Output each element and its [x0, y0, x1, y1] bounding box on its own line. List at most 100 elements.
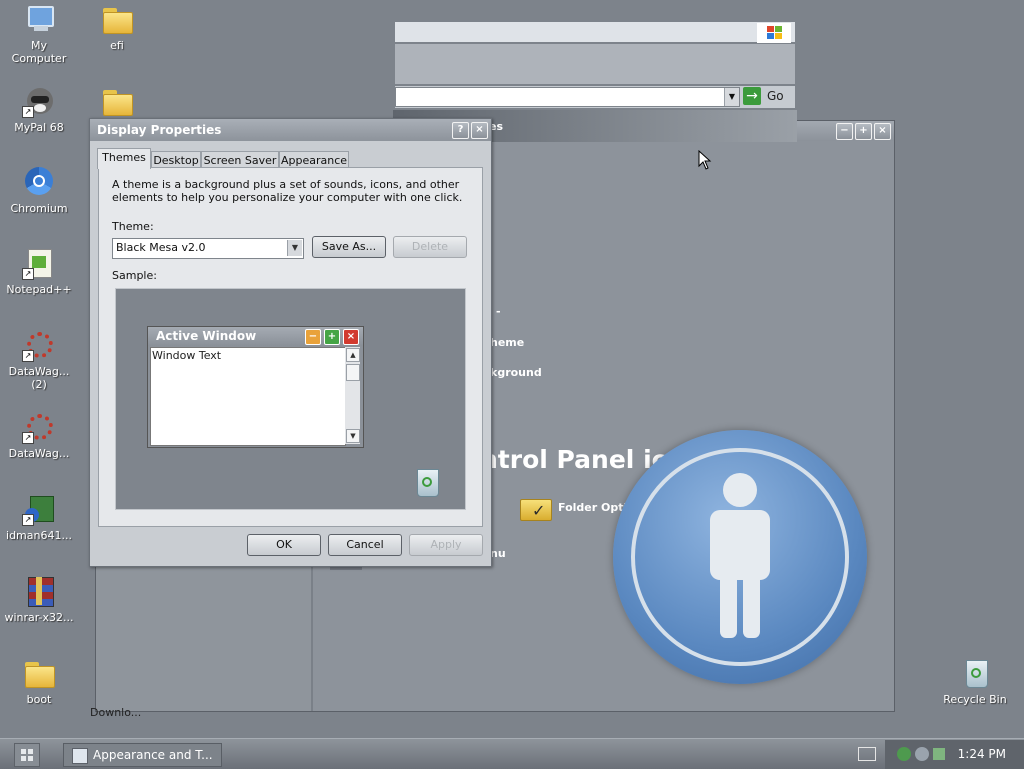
safely-remove-icon[interactable] [933, 748, 945, 760]
maximize-icon[interactable]: + [855, 123, 872, 140]
sample-window-titlebar: Active Window − + × [148, 327, 363, 346]
desktop-icon-boot[interactable]: boot [0, 658, 78, 706]
task-change-theme[interactable]: heme [490, 336, 524, 349]
datawag-icon: ↗ [22, 330, 56, 362]
theme-label: Theme: [112, 220, 154, 233]
shortcut-arrow-icon: ↗ [22, 350, 34, 362]
go-label: Go [767, 89, 784, 103]
taskbar-item-label: Appearance and T... [93, 748, 213, 762]
desktop-icon-label: My Computer [11, 39, 67, 65]
folder-icon [100, 4, 134, 36]
mouse-cursor-icon [698, 150, 712, 170]
close-icon: × [343, 329, 359, 345]
desktop-icon-label: idman641... [6, 529, 72, 542]
desktop-icon-label: DataWag... [8, 447, 70, 460]
desktop-icon-winrar[interactable]: winrar-x32... [0, 576, 78, 624]
desktop-icon-efi[interactable]: efi [78, 4, 156, 52]
taskbar-item-appearance[interactable]: Appearance and T... [63, 743, 222, 767]
scroll-down-icon: ▼ [346, 429, 360, 443]
themes-description: A theme is a background plus a set of so… [112, 178, 463, 204]
desktop-icon-mypal[interactable]: ↗ MyPal 68 [0, 86, 78, 134]
shortcut-arrow-icon: ↗ [22, 268, 34, 280]
desktop-icon-label: Notepad++ [6, 283, 72, 296]
explorer-toolbar [395, 44, 795, 84]
minimize-icon[interactable]: − [836, 123, 853, 140]
desktop-icon-label: DataWag... (2) [8, 365, 70, 391]
desktop-icon-label: efi [110, 39, 124, 52]
taskbar: Appearance and T... 1:24 PM [0, 738, 1024, 769]
explorer-menubar [395, 22, 795, 43]
idman-icon: ↗ [22, 494, 56, 526]
network-icon[interactable] [897, 747, 911, 761]
sample-window-body: Window Text [150, 347, 346, 446]
start-button[interactable] [14, 743, 40, 767]
desktop-icon-folder[interactable] [78, 86, 156, 121]
theme-select-value: Black Mesa v2.0 [116, 241, 206, 254]
clock[interactable]: 1:24 PM [958, 747, 1006, 761]
scroll-thumb [346, 364, 360, 381]
go-button[interactable]: → Go [743, 87, 791, 107]
volume-icon[interactable] [915, 747, 929, 761]
folder-icon [22, 658, 56, 690]
shortcut-arrow-icon: ↗ [22, 106, 34, 118]
system-tray: 1:24 PM [885, 740, 1024, 769]
recycle-bin-icon [413, 467, 441, 497]
chevron-down-icon[interactable]: ▼ [287, 240, 302, 256]
address-input[interactable]: ▼ [395, 87, 740, 107]
start-menu-link[interactable]: nu [490, 547, 506, 560]
go-arrow-icon: → [743, 87, 761, 105]
ok-button[interactable]: OK [247, 534, 321, 556]
notepad-plus-plus-icon: ↗ [22, 248, 56, 280]
desktop-icon-idman[interactable]: ↗ idman641... [0, 494, 78, 542]
delete-button[interactable]: Delete [393, 236, 467, 258]
folder-options-icon[interactable]: ✓ [520, 493, 552, 521]
sample-active-window: Active Window − + × Window Text ▲ ▼ [147, 326, 364, 448]
help-icon[interactable]: ? [452, 122, 469, 139]
chromium-icon [22, 167, 56, 199]
desktop-icon-label: Recycle Bin [943, 693, 1007, 706]
shortcut-arrow-icon: ↗ [22, 514, 34, 526]
sample-window-text: Window Text [152, 349, 222, 362]
desktop-icon-datawag-2[interactable]: ↗ DataWag... (2) [0, 330, 78, 391]
scroll-up-icon: ▲ [346, 348, 360, 362]
computer-icon [22, 4, 56, 36]
address-bar: ▼ → Go [395, 86, 795, 108]
desktop-icon-recycle-bin[interactable]: Recycle Bin [936, 658, 1014, 706]
winrar-icon [22, 576, 56, 608]
sample-window-title: Active Window [156, 329, 257, 343]
task-dash: - [496, 305, 501, 318]
shortcut-arrow-icon: ↗ [22, 432, 34, 444]
dialog-title: Display Properties [97, 123, 222, 137]
minimize-icon: − [305, 329, 321, 345]
desktop-icon-label-downloads[interactable]: Downlo... [90, 706, 141, 719]
cancel-button[interactable]: Cancel [328, 534, 402, 556]
keyboard-icon[interactable] [858, 747, 876, 761]
control-panel-icon [72, 748, 88, 764]
apply-button[interactable]: Apply [409, 534, 483, 556]
desktop-icon-chromium[interactable]: Chromium [0, 167, 78, 215]
desktop-icon-datawag[interactable]: ↗ DataWag... [0, 412, 78, 460]
tab-themes[interactable]: Themes [97, 148, 151, 169]
desktop-icon-my-computer[interactable]: My Computer [0, 4, 78, 65]
chevron-down-icon[interactable]: ▼ [724, 88, 739, 106]
desktop-icon-label: Chromium [10, 202, 68, 215]
dialog-titlebar[interactable]: Display Properties ? × [90, 119, 491, 141]
sample-scrollbar: ▲ ▼ [345, 347, 360, 444]
sample-label: Sample: [112, 269, 157, 282]
task-change-background[interactable]: kground [490, 366, 542, 379]
recycle-bin-icon [958, 658, 992, 690]
raccoon-icon: ↗ [22, 86, 56, 118]
person-icon [710, 473, 770, 638]
datawag-icon: ↗ [22, 412, 56, 444]
desktop-icon-notepad-plus-plus[interactable]: ↗ Notepad++ [0, 248, 78, 296]
close-icon[interactable]: × [874, 123, 891, 140]
desktop-icon-label: boot [26, 693, 52, 706]
desktop-icon-label: winrar-x32... [4, 611, 74, 624]
close-icon[interactable]: × [471, 122, 488, 139]
folder-icon [100, 86, 134, 118]
desktop-icon-label: MyPal 68 [14, 121, 64, 134]
maximize-icon: + [324, 329, 340, 345]
save-as-button[interactable]: Save As... [312, 236, 386, 258]
windows-logo-icon [757, 23, 791, 43]
theme-select[interactable]: Black Mesa v2.0 ▼ [112, 238, 304, 259]
